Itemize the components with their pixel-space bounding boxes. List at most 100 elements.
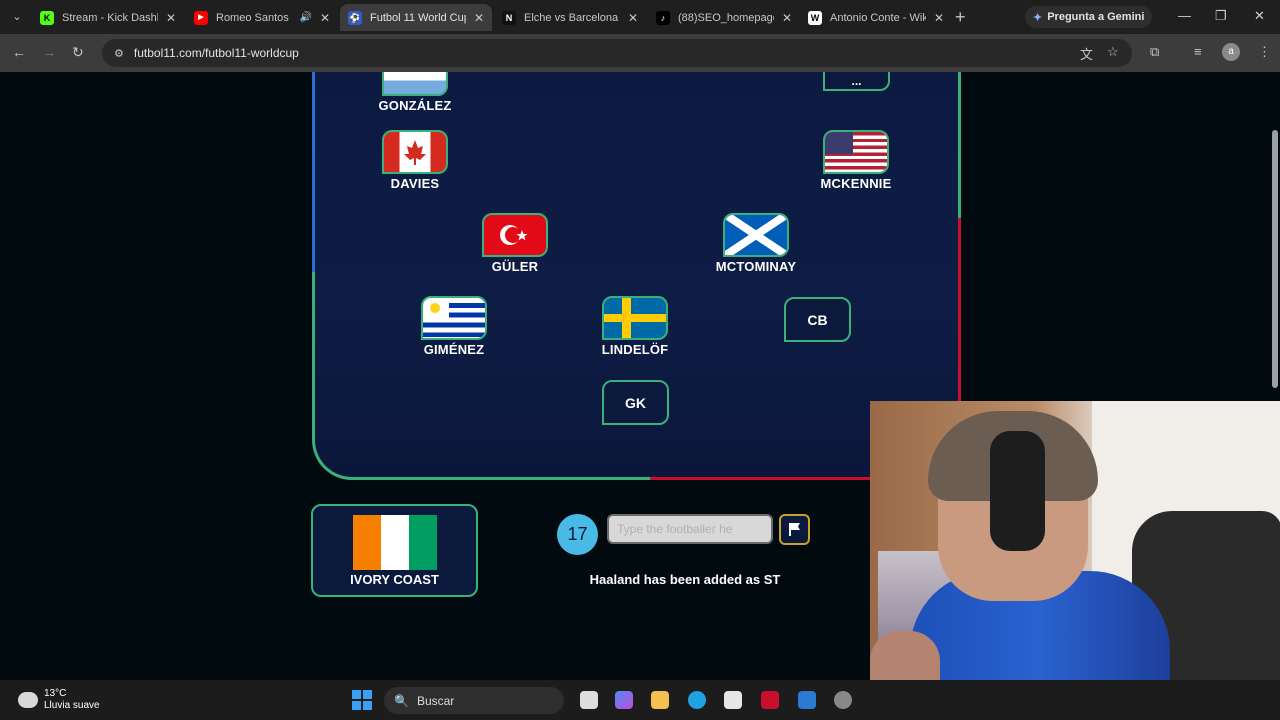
webcam-overlay <box>870 401 1280 680</box>
taskbar-search[interactable]: 🔍 Buscar <box>384 687 564 714</box>
translate-icon[interactable]: 文 <box>1080 44 1093 63</box>
new-tab-icon[interactable]: + <box>955 7 966 28</box>
gemini-button[interactable]: ✦ Pregunta a Gemini <box>1025 6 1153 28</box>
reload-icon[interactable]: ↻ <box>72 44 84 61</box>
tab-futbol11[interactable]: ⚽ Futbol 11 World Cup ✕ <box>340 4 492 31</box>
news-icon: N <box>502 10 516 25</box>
ivory-coast-flag-icon <box>353 515 437 570</box>
file-explorer-icon[interactable] <box>651 691 669 709</box>
slot-gk[interactable]: GK <box>602 380 669 425</box>
close-icon[interactable]: ✕ <box>934 11 944 25</box>
player-card[interactable]: GIMÉNEZ <box>404 296 504 357</box>
weather-description: Lluvia suave <box>44 700 100 711</box>
menu-icon[interactable]: ⋮ <box>1258 44 1271 60</box>
tab-title: Futbol 11 World Cup <box>370 11 466 24</box>
give-up-button[interactable] <box>779 514 810 545</box>
tab-elche-barcelona[interactable]: N Elche vs Barcelona - l ✕ <box>494 4 646 31</box>
audio-icon[interactable]: 🔊 <box>299 12 311 23</box>
player-card[interactable]: LINDELÖF <box>585 296 685 357</box>
canada-flag-icon <box>382 130 448 174</box>
back-icon[interactable]: ← <box>12 44 26 60</box>
bookmark-star-icon[interactable]: ☆ <box>1107 44 1119 60</box>
player-card[interactable]: GÜLER <box>465 213 565 274</box>
kick-icon: K <box>40 10 54 25</box>
search-icon: 🔍 <box>394 693 409 708</box>
player-card[interactable]: MCKENNIE <box>806 130 906 191</box>
partial-slot[interactable]: ... <box>823 72 890 91</box>
sweden-flag-icon <box>602 296 668 340</box>
tab-title: Romeo Santos - ( <box>216 11 291 24</box>
pitch-edge <box>958 72 961 218</box>
extensions-icon[interactable]: ⧉ <box>1150 44 1159 60</box>
temperature: 13°C <box>44 688 67 699</box>
windows-start-icon[interactable] <box>352 690 372 710</box>
status-message: Haaland has been added as ST <box>589 572 781 587</box>
scrollbar[interactable] <box>1272 130 1278 388</box>
slot-label: GK <box>625 394 646 411</box>
tab-wikipedia[interactable]: W Antonio Conte - Wiki ✕ <box>800 4 952 31</box>
close-icon[interactable]: ✕ <box>628 11 638 25</box>
profile-avatar[interactable]: a <box>1222 43 1240 61</box>
obs-icon[interactable] <box>834 691 852 709</box>
browser-toolbar: ← → ↻ ⚙ futbol11.com/futbol11-worldcup 文… <box>0 34 1280 72</box>
tab-title: Antonio Conte - Wiki <box>830 11 926 24</box>
tab-search-icon[interactable]: ⌄ <box>6 6 28 28</box>
scotland-flag-icon <box>723 213 789 257</box>
close-icon[interactable]: ✕ <box>474 11 484 25</box>
close-icon[interactable]: ✕ <box>320 11 330 25</box>
gemini-icon: ✦ <box>1033 11 1043 24</box>
site-info-icon[interactable]: ⚙ <box>114 47 124 60</box>
gemini-label: Pregunta a Gemini <box>1047 11 1145 23</box>
url-text: futbol11.com/futbol11-worldcup <box>133 46 299 60</box>
slot-label: ... <box>851 73 862 88</box>
wikipedia-icon: W <box>808 10 822 25</box>
edge-icon[interactable] <box>688 691 706 709</box>
copilot-icon[interactable] <box>615 691 633 709</box>
youtube-icon: ▶ <box>194 10 208 25</box>
close-icon[interactable]: ✕ <box>782 11 792 25</box>
slot-cb[interactable]: CB <box>784 297 851 342</box>
usa-flag-icon <box>823 130 889 174</box>
uruguay-flag-icon <box>421 296 487 340</box>
slot-label: CB <box>807 311 828 328</box>
remaining-counter: 17 <box>557 514 598 555</box>
player-name: MCKENNIE <box>820 176 892 191</box>
close-icon[interactable]: ✕ <box>166 11 176 25</box>
tab-kick[interactable]: K Stream - Kick Dashbo ✕ <box>32 4 184 31</box>
tiktok-icon: ♪ <box>656 10 670 25</box>
media-controls-icon[interactable]: ≡ <box>1194 44 1202 59</box>
windows-taskbar: 13°C Lluvia suave 🔍 Buscar <box>0 680 1280 720</box>
player-name: MCTOMINAY <box>715 259 797 274</box>
player-name: DAVIES <box>390 176 440 191</box>
screen: ⌄ K Stream - Kick Dashbo ✕ ▶ Romeo Santo… <box>0 0 1280 720</box>
player-card[interactable]: GONZÁLEZ <box>365 72 465 113</box>
store-icon[interactable] <box>724 691 742 709</box>
player-name: GIMÉNEZ <box>423 342 485 357</box>
search-label: Buscar <box>416 693 455 708</box>
cloud-rain-icon <box>18 692 38 708</box>
forward-icon[interactable]: → <box>42 44 56 60</box>
address-bar[interactable]: ⚙ futbol11.com/futbol11-worldcup <box>102 39 1132 67</box>
player-name: GONZÁLEZ <box>378 98 452 113</box>
flag-icon <box>789 523 800 536</box>
current-country-card: IVORY COAST <box>311 504 478 597</box>
player-card[interactable]: MCTOMINAY <box>706 213 806 274</box>
restore-icon[interactable]: ❐ <box>1215 8 1227 24</box>
tab-tiktok[interactable]: ♪ (88)SEO_homepage_ ✕ <box>648 4 800 31</box>
weather-widget[interactable]: 13°C Lluvia suave <box>18 688 100 712</box>
tab-youtube[interactable]: ▶ Romeo Santos - ( 🔊 ✕ <box>186 4 338 31</box>
web-page: ... GONZÁLEZ DAVIES MCKENNIE GÜLER MCTOM… <box>0 72 1280 680</box>
argentina-flag-icon <box>382 72 448 96</box>
pitch-edge <box>312 72 315 272</box>
player-card[interactable]: DAVIES <box>365 130 465 191</box>
turkey-flag-icon <box>482 213 548 257</box>
minimize-icon[interactable]: — <box>1178 8 1191 23</box>
player-name: LINDELÖF <box>601 342 669 357</box>
task-view-icon[interactable] <box>580 691 598 709</box>
player-name: GÜLER <box>491 259 539 274</box>
mcafee-icon[interactable] <box>761 691 779 709</box>
footballer-search-input[interactable] <box>607 514 773 544</box>
mail-icon[interactable] <box>798 691 816 709</box>
window-close-icon[interactable]: ✕ <box>1254 8 1265 24</box>
tab-title: Stream - Kick Dashbo <box>62 11 158 24</box>
